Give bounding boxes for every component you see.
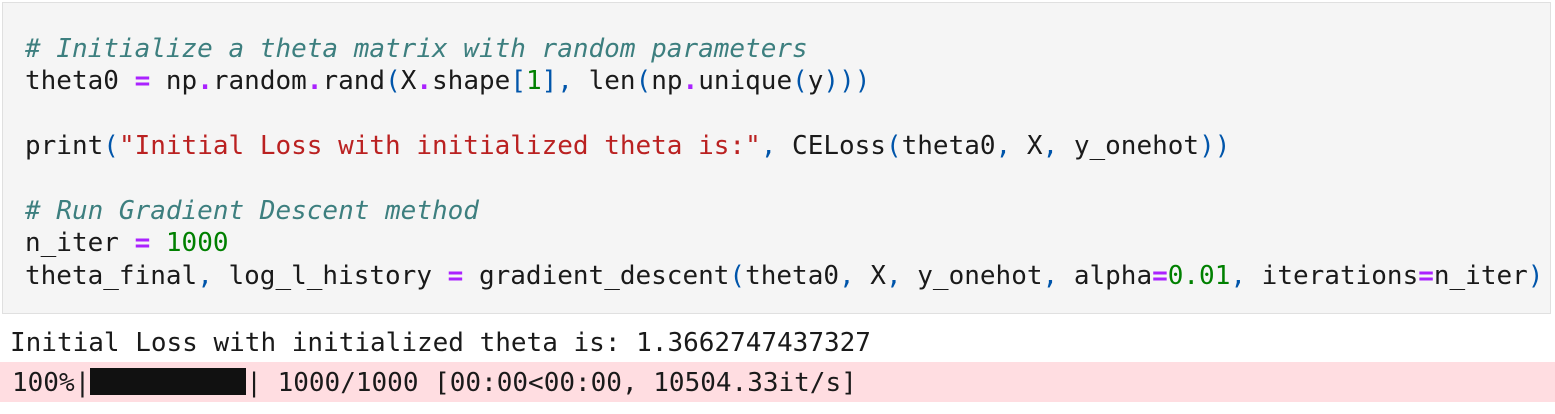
code-token: , [1042, 260, 1059, 291]
code-token: np [150, 66, 198, 97]
code-token: y_onehot [901, 260, 1043, 291]
code-token: gradient_descent [463, 260, 730, 291]
code-token: ( [885, 131, 902, 162]
code-token: ( [792, 66, 808, 97]
code-token: ( [635, 66, 652, 97]
code-token: theta0 [901, 131, 996, 162]
code-token: unique [698, 66, 793, 97]
code-token: = [134, 66, 151, 97]
code-token: = [134, 228, 151, 259]
code-token: alpha [1058, 260, 1153, 291]
code-token: = [1418, 260, 1434, 291]
code-token: random [212, 66, 307, 97]
code-token: X [1011, 131, 1043, 162]
code-token: = [447, 260, 464, 291]
code-token: # Initialize a theta matrix with random … [25, 34, 808, 64]
code-token: len [572, 66, 636, 97]
code-token: ( [103, 131, 119, 162]
code-line: theta_final, log_l_history = gradient_de… [25, 260, 1543, 292]
code-token: X [400, 66, 417, 97]
code-token: y [807, 66, 824, 97]
code-token: . [682, 66, 699, 97]
code-token: n_iter [25, 228, 135, 259]
code-token: )) [1199, 131, 1231, 162]
code-token: theta0 [25, 66, 135, 97]
code-token: np [651, 66, 683, 97]
code-token: ], [541, 66, 573, 97]
code-input-cell[interactable]: # Initialize a theta matrix with random … [2, 2, 1551, 314]
code-token: 1 [525, 66, 542, 97]
code-token: , [1230, 260, 1247, 291]
code-token: ( [729, 260, 746, 291]
code-token: . [306, 66, 323, 97]
code-token: theta_final [25, 260, 198, 291]
code-token: n_iter [1433, 260, 1528, 291]
code-token: 0.01 [1167, 260, 1231, 291]
code-line: # Initialize a theta matrix with random … [25, 33, 1543, 65]
code-token: [ [510, 66, 526, 97]
code-token: iterations [1246, 260, 1419, 291]
code-token: ( [385, 66, 401, 97]
code-token: ) [1527, 260, 1544, 291]
code-token: = [1152, 260, 1168, 291]
code-token: rand [322, 66, 386, 97]
code-token: y_onehot [1058, 131, 1200, 162]
code-token: . [197, 66, 213, 97]
stdout-output: Initial Loss with initialized theta is: … [10, 328, 871, 358]
progress-percent: 100%| [12, 368, 91, 398]
code-token: , [839, 260, 855, 291]
code-editor[interactable]: # Initialize a theta matrix with random … [25, 33, 1543, 292]
code-line: print("Initial Loss with initialized the… [25, 130, 1543, 162]
code-token: X [854, 260, 886, 291]
code-token: CELoss [776, 131, 886, 162]
code-token: . [416, 66, 433, 97]
code-token: shape [432, 66, 511, 97]
code-token: , [885, 260, 902, 291]
code-token: print [25, 131, 104, 162]
code-line: theta0 = np.random.rand(X.shape[1], len(… [25, 65, 1543, 97]
code-line: n_iter = 1000 [25, 227, 1543, 259]
code-token: ))) [823, 66, 871, 97]
code-token: 1000 [150, 228, 229, 259]
code-token: theta0 [745, 260, 839, 291]
code-token: , [1042, 131, 1059, 162]
stderr-output: 100%| | 1000/1000 [00:00<00:00, 10504.33i… [0, 362, 1555, 402]
code-line: # Run Gradient Descent method [25, 195, 1543, 227]
progress-stats: | 1000/1000 [00:00<00:00, 10504.33it/s] [246, 368, 857, 398]
code-token: , [995, 131, 1012, 162]
code-token: , [197, 260, 213, 291]
code-token: "Initial Loss with initialized theta is:… [118, 131, 761, 162]
code-token: , [760, 131, 777, 162]
progress-bar [90, 368, 247, 395]
code-token: log_l_history [212, 260, 448, 291]
progress-line: 100%| | 1000/1000 [00:00<00:00, 10504.33i… [12, 367, 857, 399]
code-token: # Run Gradient Descent method [25, 195, 479, 226]
